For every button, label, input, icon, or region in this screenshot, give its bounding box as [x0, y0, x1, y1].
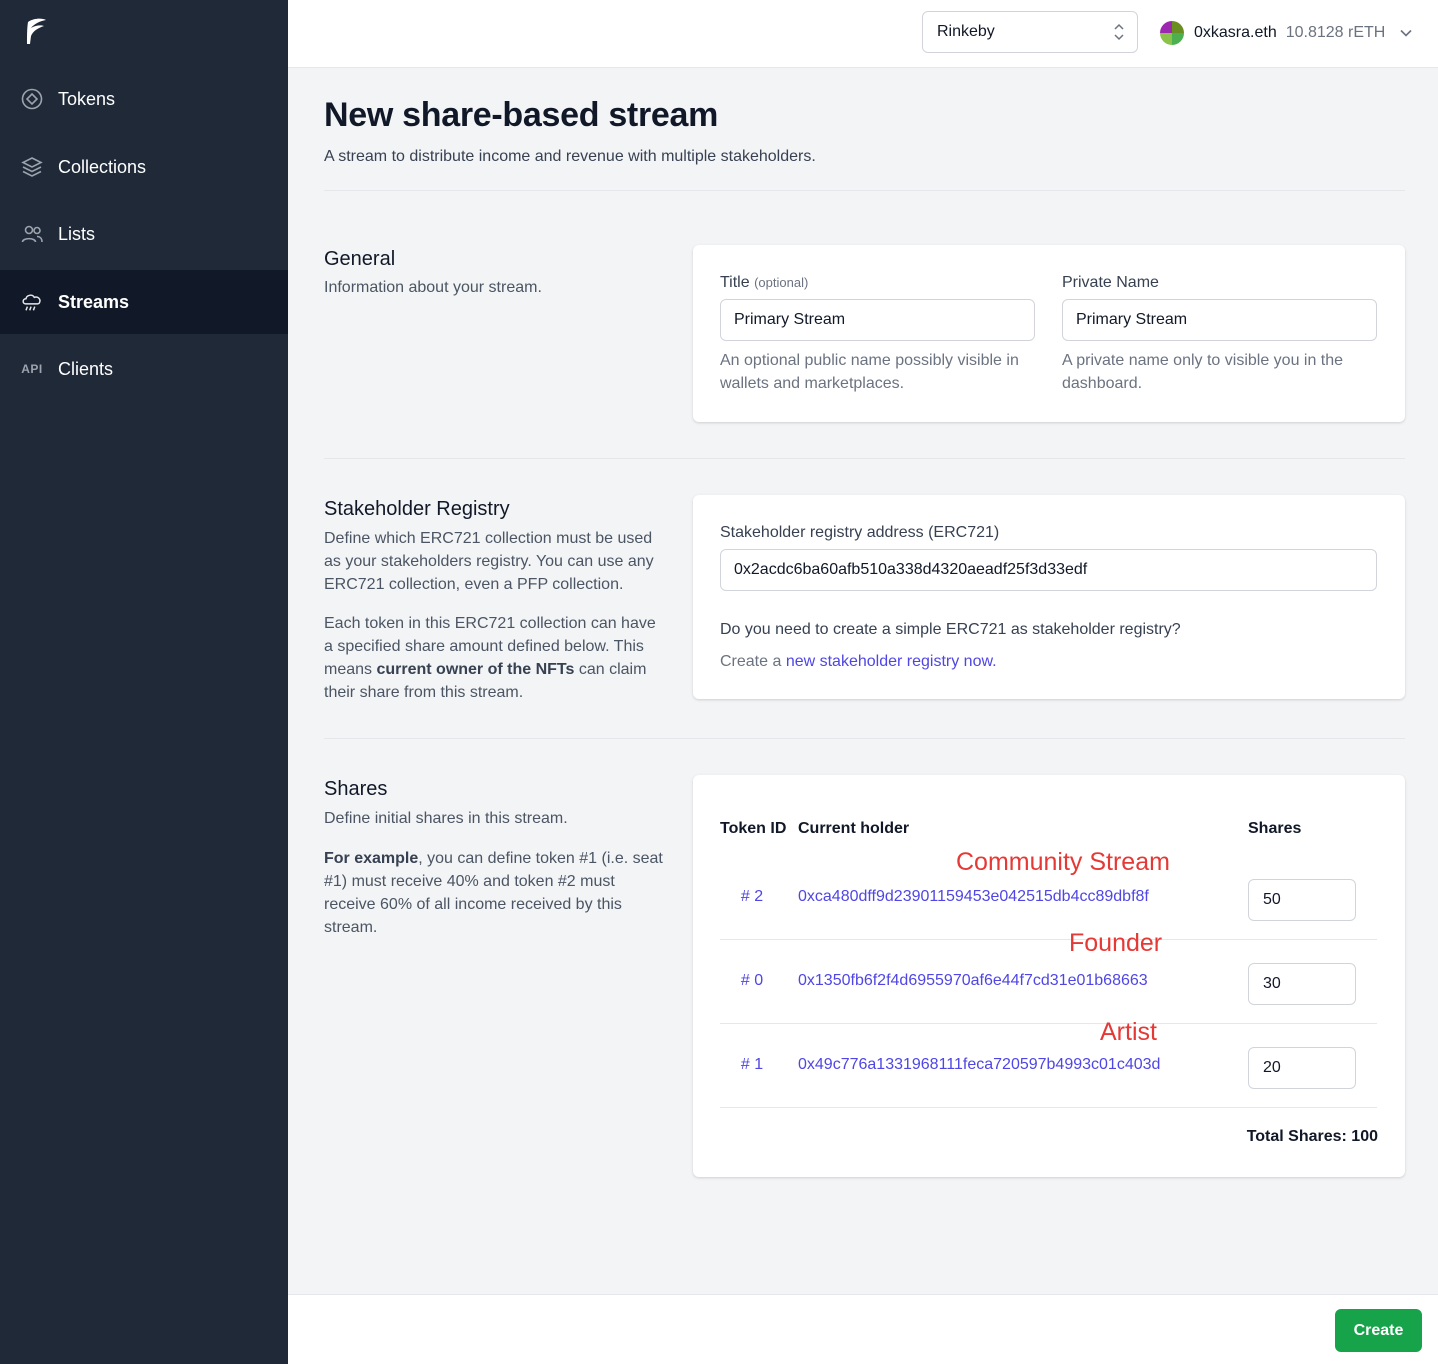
sidebar-item-streams[interactable]: Streams: [0, 270, 288, 334]
title-label-text: Title: [720, 274, 750, 291]
sidebar-item-label: Streams: [58, 291, 130, 312]
holder-address-link[interactable]: 0xca480dff9d23901159453e042515db4cc89dbf…: [798, 888, 1149, 906]
account-balance: 10.8128 rETH: [1285, 24, 1386, 41]
shares-input[interactable]: 50: [1248, 879, 1356, 921]
users-icon: [20, 222, 44, 246]
general-section-title: General: [324, 248, 396, 270]
network-select[interactable]: Rinkeby: [922, 11, 1138, 53]
shares-example: For example, you can define token #1 (i.…: [324, 847, 664, 939]
page-subtitle: A stream to distribute income and revenu…: [324, 148, 816, 165]
token-id-link[interactable]: # 1: [720, 1056, 784, 1074]
shares-section-description: Define initial shares in this stream.: [324, 810, 568, 827]
registry-section-title: Stakeholder Registry: [324, 498, 510, 520]
general-section-description: Information about your stream.: [324, 279, 542, 296]
column-header-token-id: Token ID: [720, 820, 787, 837]
create-button[interactable]: Create: [1335, 1309, 1422, 1352]
registry-description-2-bold: current owner of the NFTs: [376, 661, 575, 678]
token-id-link[interactable]: # 2: [720, 888, 784, 906]
sidebar-item-label: Clients: [58, 358, 114, 379]
registry-address-label: Stakeholder registry address (ERC721): [720, 524, 1000, 541]
annotation-label: Community Stream: [956, 848, 1170, 876]
top-bar: Rinkeby 0xkasra.eth 10.8128 rETH: [288, 0, 1438, 68]
registry-question: Do you need to create a simple ERC721 as…: [720, 621, 1181, 638]
app-logo-icon[interactable]: [22, 16, 50, 48]
registry-create-text: Create a new stakeholder registry now.: [720, 650, 997, 673]
row-divider: [720, 1023, 1377, 1024]
shares-section-title: Shares: [324, 778, 388, 800]
total-shares: Total Shares: 100: [1246, 1128, 1378, 1145]
registry-card: Stakeholder registry address (ERC721) 0x…: [693, 495, 1405, 699]
sidebar-item-clients[interactable]: API Clients: [0, 337, 288, 401]
sidebar-item-lists[interactable]: Lists: [0, 202, 288, 266]
row-divider: [720, 939, 1377, 940]
registry-description-1: Define which ERC721 collection must be u…: [324, 530, 654, 593]
sidebar-item-collections[interactable]: Collections: [0, 135, 288, 199]
divider: [324, 458, 1405, 459]
chevron-up-down-icon: [1114, 23, 1124, 41]
new-registry-link[interactable]: new stakeholder registry now.: [786, 653, 997, 670]
general-card: Title (optional) Primary Stream An optio…: [693, 245, 1405, 422]
sidebar-item-label: Tokens: [58, 88, 116, 109]
sidebar-item-label: Collections: [58, 156, 147, 177]
title-input[interactable]: Primary Stream: [720, 299, 1035, 341]
account-name: 0xkasra.eth: [1194, 24, 1277, 41]
sidebar-item-tokens[interactable]: Tokens: [0, 67, 288, 131]
row-divider: [720, 1107, 1377, 1108]
optional-tag: (optional): [754, 275, 809, 290]
holder-address-link[interactable]: 0x49c776a1331968111feca720597b4993c01c40…: [798, 1056, 1160, 1074]
registry-address-input[interactable]: 0x2acdc6ba60afb510a338d4320aeadf25f3d33e…: [720, 549, 1377, 591]
shares-input[interactable]: 20: [1248, 1047, 1356, 1089]
avatar: [1160, 21, 1184, 45]
private-name-input[interactable]: Primary Stream: [1062, 299, 1377, 341]
private-name-label: Private Name: [1062, 274, 1159, 291]
footer-bar: Create: [288, 1294, 1438, 1364]
title-label: Title (optional): [720, 274, 808, 292]
account-menu[interactable]: 0xkasra.eth 10.8128 rETH: [1160, 18, 1413, 48]
shares-example-bold: For example: [324, 850, 419, 867]
registry-description-2: Each token in this ERC721 collection can…: [324, 612, 664, 704]
holder-address-link[interactable]: 0x1350fb6f2f4d6955970af6e44f7cd31e01b686…: [798, 972, 1148, 990]
column-header-current-holder: Current holder: [798, 820, 910, 837]
page-title: New share-based stream: [324, 96, 719, 134]
collections-icon: [20, 155, 44, 179]
shares-input[interactable]: 30: [1248, 963, 1356, 1005]
title-help-text: An optional public name possibly visible…: [720, 352, 1019, 392]
chevron-down-icon: [1400, 29, 1412, 37]
sidebar-item-label: Lists: [58, 223, 96, 244]
annotation-label: Founder: [1069, 929, 1163, 957]
divider: [324, 190, 1405, 191]
cloud-rain-icon: [20, 290, 44, 314]
network-select-value: Rinkeby: [937, 23, 995, 40]
registry-create-prefix: Create a: [720, 653, 786, 670]
column-header-shares: Shares: [1248, 820, 1302, 837]
main-content: New share-based stream A stream to distr…: [288, 68, 1438, 1294]
private-name-help-text: A private name only to visible you in th…: [1062, 352, 1344, 392]
shares-card: Token ID Current holder Shares Community…: [693, 775, 1405, 1177]
token-icon: [20, 87, 44, 111]
divider: [324, 738, 1405, 739]
sidebar: Tokens Collections Lists Streams API Cli…: [0, 0, 288, 1364]
annotation-label: Artist: [1100, 1018, 1157, 1046]
token-id-link[interactable]: # 0: [720, 972, 784, 990]
api-icon: API: [21, 362, 43, 376]
